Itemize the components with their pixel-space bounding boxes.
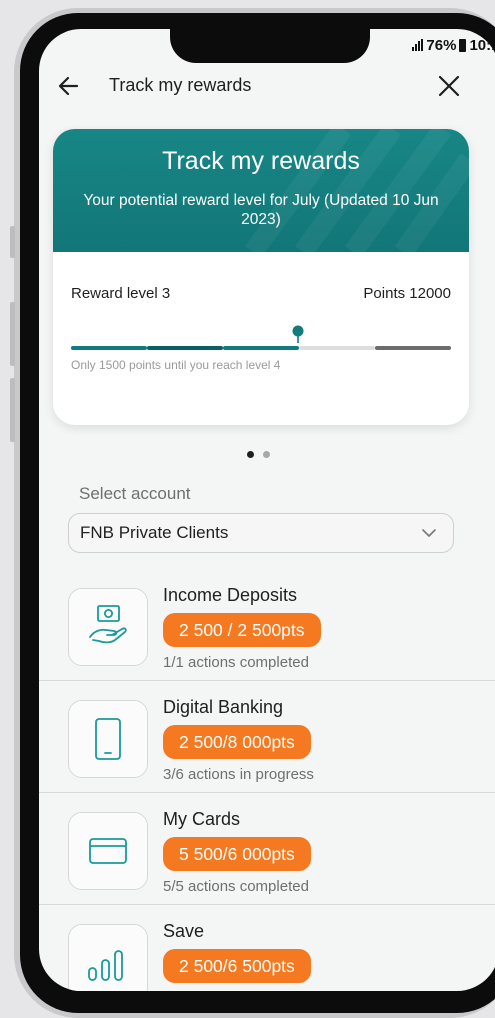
status-time: 10:11 bbox=[469, 36, 495, 54]
category-status: 1/1 actions completed bbox=[163, 654, 309, 671]
account-select[interactable]: FNB Private Clients bbox=[68, 513, 454, 553]
smartphone-icon bbox=[95, 718, 121, 760]
points-badge: 2 500 / 2 500pts bbox=[163, 613, 321, 647]
carousel-dots bbox=[247, 451, 270, 458]
points-badge: 2 500/8 000pts bbox=[163, 725, 311, 759]
progress-segment bbox=[71, 346, 147, 350]
progress-segment bbox=[223, 346, 299, 350]
phone-side-button bbox=[10, 378, 15, 442]
carousel-dot-active[interactable] bbox=[247, 451, 254, 458]
progress-note: Only 1500 points until you reach level 4 bbox=[71, 358, 281, 372]
account-select-value: FNB Private Clients bbox=[80, 523, 229, 542]
points-badge: 5 500/6 000pts bbox=[163, 837, 311, 871]
phone-screen: 76% 10:11 Track my rewards Track my rewa… bbox=[39, 29, 495, 991]
select-account-label: Select account bbox=[79, 484, 191, 503]
reward-category-item[interactable]: Digital Banking 2 500/8 000pts 3/6 actio… bbox=[39, 681, 495, 793]
battery-percentage: 76% bbox=[426, 36, 457, 54]
points-total-label: Points 12000 bbox=[363, 285, 451, 302]
rewards-card-subtitle: Your potential reward level for July (Up… bbox=[83, 192, 439, 228]
category-title: Income Deposits bbox=[163, 585, 298, 605]
progress-segment bbox=[147, 346, 223, 350]
cash-in-hand-icon bbox=[89, 605, 127, 644]
category-icon-tile bbox=[68, 812, 148, 890]
category-status: 5/5 actions completed bbox=[163, 878, 309, 895]
credit-card-icon bbox=[89, 838, 127, 864]
progress-marker-icon bbox=[292, 325, 304, 343]
battery-icon bbox=[459, 38, 467, 52]
signal-icon bbox=[412, 39, 424, 51]
category-icon-tile bbox=[68, 924, 148, 991]
status-bar: 76% 10:11 bbox=[387, 34, 495, 56]
category-icon-tile bbox=[68, 588, 148, 666]
reward-category-item[interactable]: My Cards 5 500/6 000pts 5/5 actions comp… bbox=[39, 793, 495, 905]
carousel-dot[interactable] bbox=[263, 451, 270, 458]
rewards-card-title: Track my rewards bbox=[162, 147, 360, 175]
phone-side-button bbox=[10, 226, 15, 258]
close-icon[interactable] bbox=[435, 72, 463, 100]
points-badge: 2 500/6 500pts bbox=[163, 949, 311, 983]
category-title: My Cards bbox=[163, 809, 241, 829]
reward-level-label: Reward level 3 bbox=[71, 285, 171, 302]
bar-chart-icon bbox=[88, 950, 123, 981]
app-bar: Track my rewards bbox=[39, 69, 495, 103]
category-status: 3/6 actions in progress bbox=[163, 766, 314, 783]
camera-notch bbox=[170, 29, 370, 63]
progress-segment bbox=[375, 346, 451, 350]
reward-category-item[interactable]: Save 2 500/6 500pts bbox=[39, 905, 495, 991]
chevron-down-icon bbox=[422, 529, 436, 537]
phone-side-button bbox=[10, 302, 15, 366]
back-arrow-icon[interactable] bbox=[55, 73, 83, 99]
category-title: Save bbox=[163, 921, 205, 941]
progress-segment bbox=[299, 346, 375, 350]
rewards-summary-card[interactable]: Track my rewards Your potential reward l… bbox=[53, 129, 469, 425]
level-progress-bar bbox=[71, 346, 451, 350]
category-icon-tile bbox=[68, 700, 148, 778]
reward-category-item[interactable]: Income Deposits 2 500 / 2 500pts 1/1 act… bbox=[39, 569, 495, 681]
rewards-card-header: Track my rewards Your potential reward l… bbox=[53, 129, 469, 252]
category-title: Digital Banking bbox=[163, 697, 284, 717]
app-bar-title: Track my rewards bbox=[109, 75, 252, 95]
